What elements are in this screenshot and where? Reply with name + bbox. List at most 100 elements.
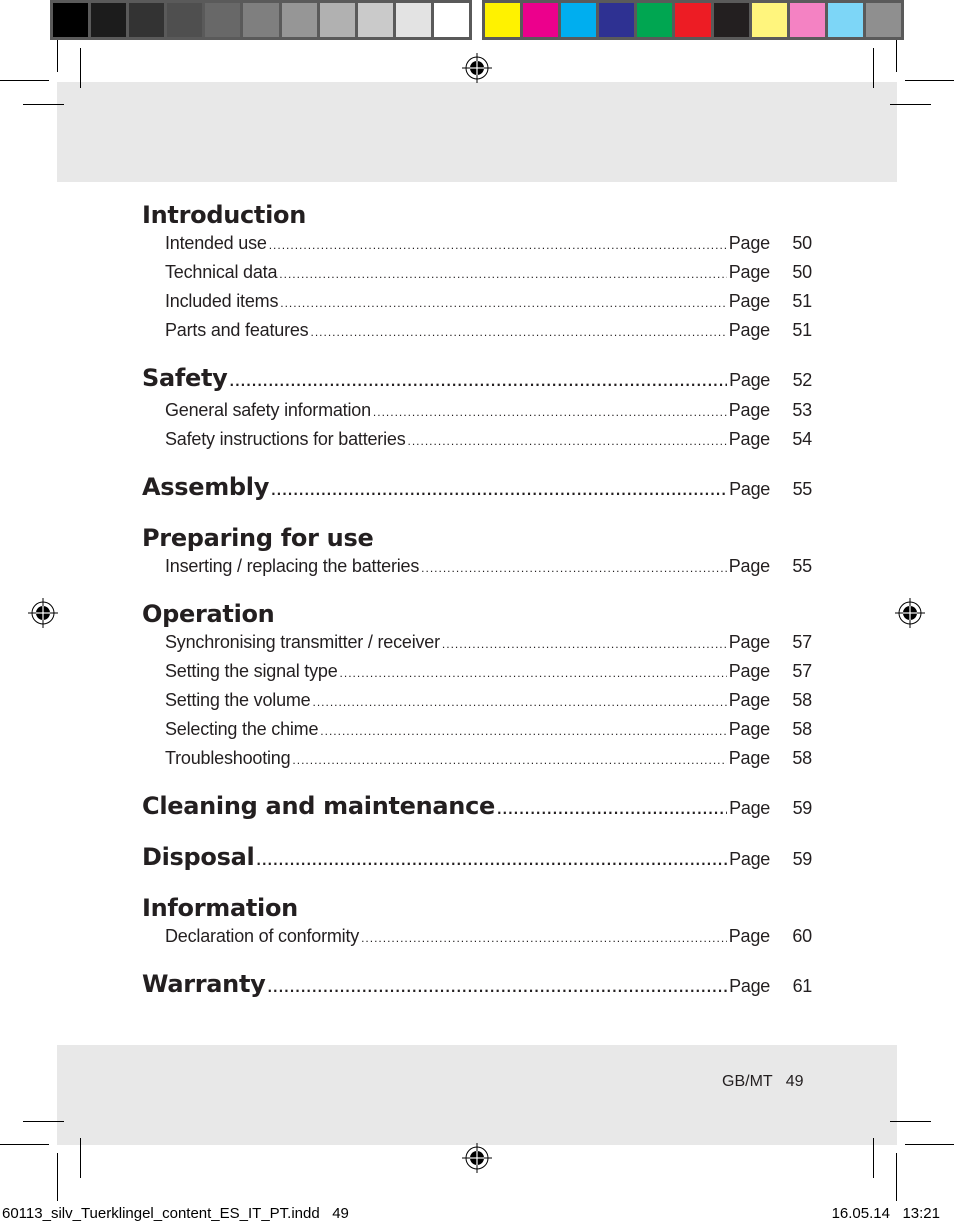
crop-mark xyxy=(873,48,874,88)
registration-mark-icon xyxy=(28,598,58,628)
toc-entry[interactable]: Safety instructions for batteries Page 54 xyxy=(142,426,812,455)
color-swatch xyxy=(243,3,279,37)
page-number: 51 xyxy=(792,291,812,311)
dot-leader xyxy=(256,846,727,876)
section-heading[interactable]: Disposal Page 59 xyxy=(142,842,812,876)
toc-entry[interactable]: Troubleshooting Page 58 xyxy=(142,745,812,774)
color-swatch xyxy=(91,3,127,37)
toc-entry[interactable]: Setting the volume Page 58 xyxy=(142,687,812,716)
page-number: 50 xyxy=(792,233,812,253)
page-label: Page xyxy=(729,370,770,390)
page-number: 60 xyxy=(792,926,812,946)
footer-band xyxy=(57,1045,897,1145)
slug-datetime: 16.05.14 13:21 xyxy=(831,1205,940,1222)
section-heading[interactable]: Introduction xyxy=(142,200,812,230)
section-title: Cleaning and maintenance xyxy=(142,792,495,820)
toc-section: Warranty Page 61 xyxy=(142,969,812,1003)
entry-title: Synchronising transmitter / receiver xyxy=(165,632,440,652)
page-number: 53 xyxy=(792,400,812,420)
page-number: 54 xyxy=(792,429,812,449)
page-number: 57 xyxy=(792,632,812,652)
section-title: Preparing for use xyxy=(142,524,374,552)
toc-section: Safety Page 52 General safety information Pa… xyxy=(142,363,812,455)
section-title: Operation xyxy=(142,600,275,628)
entry-title: Setting the volume xyxy=(165,690,311,710)
table-of-contents: IntroductionIntended usePage50 Technical … xyxy=(142,200,812,1020)
section-heading[interactable]: Preparing for use xyxy=(142,523,812,553)
crop-mark xyxy=(80,1138,81,1178)
color-swatch xyxy=(637,3,673,37)
page-label: Page xyxy=(729,976,770,996)
page-label: Page xyxy=(728,748,770,768)
color-swatch xyxy=(205,3,241,37)
toc-entry[interactable]: Setting the signal type Page 57 xyxy=(142,658,812,687)
page-label: Page xyxy=(729,479,770,499)
page-label: Page xyxy=(729,798,770,818)
section-heading[interactable]: Information xyxy=(142,893,812,923)
process-color-bar xyxy=(482,0,904,40)
toc-entry[interactable]: Parts and features Page 51 xyxy=(142,317,812,346)
crop-mark xyxy=(23,1121,64,1122)
toc-section: Operation Synchronising transmitter / rec… xyxy=(142,599,812,774)
section-title: Introduction xyxy=(142,201,306,229)
dot-leader xyxy=(320,718,726,745)
page-label: Page xyxy=(728,320,770,340)
toc-entry[interactable]: Inserting / replacing the batteries Page 5… xyxy=(142,553,812,582)
section-title: Safety xyxy=(142,364,228,392)
color-swatch xyxy=(827,3,863,37)
page-number: 57 xyxy=(792,661,812,681)
dot-leader xyxy=(267,973,727,1003)
page-label: Page xyxy=(729,849,770,869)
dot-leader xyxy=(269,232,727,259)
section-heading[interactable]: Cleaning and maintenance Page 59 xyxy=(142,791,812,825)
toc-entry[interactable]: General safety information Page 53 xyxy=(142,397,812,426)
page-label: Page xyxy=(728,926,770,946)
page-number: GB/MT 49 xyxy=(722,1073,804,1090)
section-title: Warranty xyxy=(142,970,266,998)
crop-mark xyxy=(57,1153,58,1201)
page-label: Page xyxy=(728,429,770,449)
section-heading[interactable]: Warranty Page 61 xyxy=(142,969,812,1003)
color-swatch xyxy=(53,3,89,37)
color-swatch xyxy=(865,3,902,37)
toc-section: Cleaning and maintenance Page 59 xyxy=(142,791,812,825)
dot-leader xyxy=(280,290,726,317)
crop-mark xyxy=(890,1121,931,1122)
entry-title: Safety instructions for batteries xyxy=(165,429,406,449)
registration-mark-icon xyxy=(462,1143,492,1173)
crop-mark xyxy=(896,1153,897,1201)
section-heading[interactable]: Assembly Page 55 xyxy=(142,472,812,506)
toc-entry[interactable]: Technical data Page 50 xyxy=(142,259,812,288)
dot-leader xyxy=(230,367,728,397)
dot-leader xyxy=(271,476,727,506)
crop-mark xyxy=(896,40,897,72)
toc-entry[interactable]: Synchronising transmitter / receiver Page… xyxy=(142,629,812,658)
section-title: Information xyxy=(142,894,298,922)
entry-title: Technical data xyxy=(165,262,278,282)
color-swatch xyxy=(319,3,355,37)
toc-entry[interactable]: Included items Page 51 xyxy=(142,288,812,317)
dot-leader xyxy=(340,660,727,687)
toc-entry[interactable]: Selecting the chime Page 58 xyxy=(142,716,812,745)
page-label: Page xyxy=(728,262,770,282)
dot-leader xyxy=(313,689,727,716)
header-band xyxy=(57,82,897,182)
section-heading[interactable]: Operation xyxy=(142,599,812,629)
color-swatch xyxy=(485,3,521,37)
section-title: Disposal xyxy=(142,843,255,871)
dot-leader xyxy=(421,555,727,582)
toc-section: Disposal Page 59 xyxy=(142,842,812,876)
crop-mark xyxy=(80,48,81,88)
page-number: 55 xyxy=(792,556,812,576)
page-number: 58 xyxy=(792,748,812,768)
registration-mark-icon xyxy=(895,598,925,628)
registration-mark-icon xyxy=(462,53,492,83)
crop-mark xyxy=(905,1144,954,1145)
slug-filename: 60113_silv_Tuerklingel_content_ES_IT_PT.… xyxy=(2,1205,349,1222)
toc-entry[interactable]: Declaration of conformity Page 60 xyxy=(142,923,812,952)
crop-mark xyxy=(905,80,954,81)
dot-leader xyxy=(311,319,727,346)
toc-section: Information Declaration of conformity Page… xyxy=(142,893,812,952)
section-heading[interactable]: Safety Page 52 xyxy=(142,363,812,397)
toc-entry[interactable]: Intended use Page 50 xyxy=(142,230,812,259)
